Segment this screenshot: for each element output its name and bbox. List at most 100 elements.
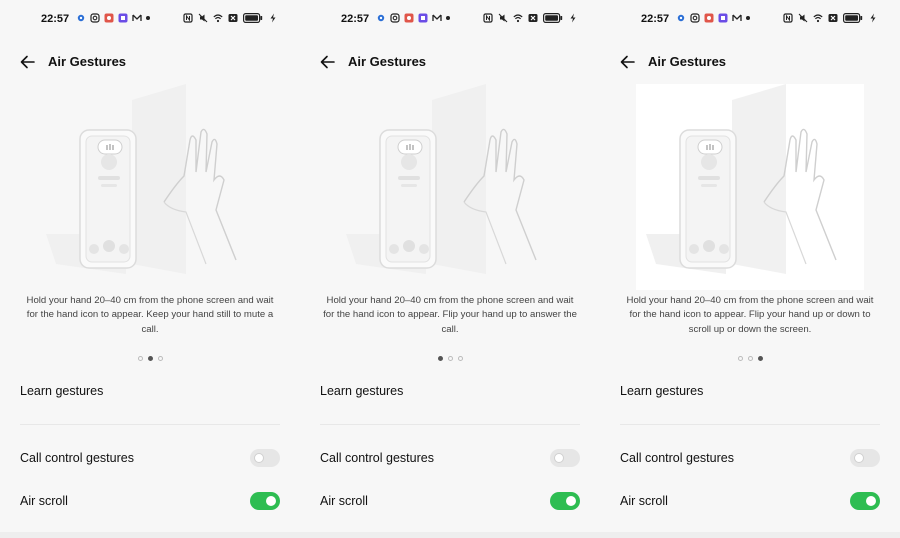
mute-icon: [498, 13, 508, 23]
gesture-illustration: [336, 84, 564, 290]
arrow-left-icon[interactable]: [618, 52, 638, 72]
system-icons: [783, 13, 878, 23]
notification-icons: [76, 13, 150, 23]
dot-icon: [146, 16, 150, 20]
gear-icon: [677, 14, 685, 22]
notification-icons: [376, 13, 450, 23]
learn-gestures-item[interactable]: Learn gestures: [320, 384, 580, 398]
call-control-gestures-toggle[interactable]: [250, 449, 280, 467]
gesture-instructions: Hold your hand 20–40 cm from the phone s…: [626, 295, 874, 335]
x-icon: [228, 14, 238, 22]
status-time: 22:57: [41, 13, 70, 25]
learn-gestures-item[interactable]: Learn gestures: [20, 384, 280, 398]
app-icon: [118, 13, 128, 23]
toggle-knob: [566, 496, 576, 506]
dot-icon: [746, 16, 750, 20]
dot-icon: [446, 16, 450, 20]
system-icons: [483, 13, 578, 23]
carousel-pager: [300, 356, 600, 361]
air-scroll-label: Air scroll: [320, 494, 368, 508]
call-control-gestures-toggle[interactable]: [850, 449, 880, 467]
charging-icon: [570, 13, 576, 23]
gesture-illustration: [36, 84, 264, 290]
phone-hand-illustration: [46, 84, 237, 274]
wifi-icon: [513, 14, 523, 23]
call-control-gestures-label: Call control gestures: [20, 451, 134, 465]
battery-icon: [243, 13, 263, 23]
pager-dot[interactable]: [737, 356, 743, 361]
pager-dot[interactable]: [157, 356, 163, 361]
battery-icon: [543, 13, 563, 23]
air-scroll-label: Air scroll: [20, 494, 68, 508]
gesture-instructions: Hold your hand 20–40 cm from the phone s…: [323, 295, 577, 335]
screen-panel-1: 22:57 Air Gestures Hold your hand 20–40 …: [0, 0, 300, 538]
air-scroll-toggle[interactable]: [850, 492, 880, 510]
app-icon: [718, 13, 728, 23]
charging-icon: [270, 13, 276, 23]
wifi-icon: [213, 14, 223, 23]
pager-dot[interactable]: [757, 356, 763, 361]
status-bar: 22:57: [0, 11, 300, 27]
bottom-edge: [0, 532, 300, 538]
app-icon: [704, 13, 714, 23]
mute-icon: [198, 13, 208, 23]
pager-dot[interactable]: [147, 356, 153, 361]
mail-icon: [432, 14, 442, 21]
pager-dot[interactable]: [447, 356, 453, 361]
system-icons: [183, 13, 278, 23]
call-control-gestures-label: Call control gestures: [320, 451, 434, 465]
air-scroll-toggle[interactable]: [250, 492, 280, 510]
pager-dot[interactable]: [137, 356, 143, 361]
divider: [620, 424, 880, 425]
instagram-icon: [90, 13, 100, 23]
nfc-icon: [783, 13, 793, 23]
page-title: Air Gestures: [48, 54, 127, 69]
notification-icons: [676, 13, 750, 23]
gear-icon: [77, 14, 85, 22]
learn-gestures-item[interactable]: Learn gestures: [620, 384, 880, 398]
bottom-edge: [300, 532, 600, 538]
toggle-knob: [266, 496, 276, 506]
app-bar: Air Gestures: [0, 50, 300, 74]
carousel-pager: [600, 356, 900, 361]
app-icon: [404, 13, 414, 23]
pager-dot[interactable]: [457, 356, 463, 361]
instagram-icon: [690, 13, 700, 23]
mail-icon: [132, 14, 142, 21]
arrow-left-icon[interactable]: [18, 52, 38, 72]
gesture-instructions: Hold your hand 20–40 cm from the phone s…: [26, 295, 274, 335]
call-control-gestures-toggle[interactable]: [550, 449, 580, 467]
toggle-knob: [554, 453, 564, 463]
phone-hand-illustration: [646, 84, 837, 274]
arrow-left-icon[interactable]: [318, 52, 338, 72]
gear-icon: [377, 14, 385, 22]
toggle-knob: [854, 453, 864, 463]
app-icon: [418, 13, 428, 23]
battery-icon: [843, 13, 863, 23]
status-time: 22:57: [341, 13, 370, 25]
bottom-edge: [600, 532, 900, 538]
status-bar: 22:57: [600, 11, 900, 27]
x-icon: [528, 14, 538, 22]
charging-icon: [870, 13, 876, 23]
x-icon: [828, 14, 838, 22]
mute-icon: [798, 13, 808, 23]
app-bar: Air Gestures: [300, 50, 600, 74]
instagram-icon: [390, 13, 400, 23]
toggle-knob: [866, 496, 876, 506]
nfc-icon: [183, 13, 193, 23]
wifi-icon: [813, 14, 823, 23]
air-scroll-toggle[interactable]: [550, 492, 580, 510]
gesture-illustration: [636, 84, 864, 290]
page-title: Air Gestures: [648, 54, 727, 69]
status-time: 22:57: [641, 13, 670, 25]
app-bar: Air Gestures: [600, 50, 900, 74]
pager-dot[interactable]: [437, 356, 443, 361]
screen-panel-3: 22:57 Air Gestures Hold your hand 20–40 …: [600, 0, 900, 538]
divider: [320, 424, 580, 425]
pager-dot[interactable]: [747, 356, 753, 361]
call-control-gestures-label: Call control gestures: [620, 451, 734, 465]
app-icon: [104, 13, 114, 23]
carousel-pager: [0, 356, 300, 361]
divider: [20, 424, 280, 425]
